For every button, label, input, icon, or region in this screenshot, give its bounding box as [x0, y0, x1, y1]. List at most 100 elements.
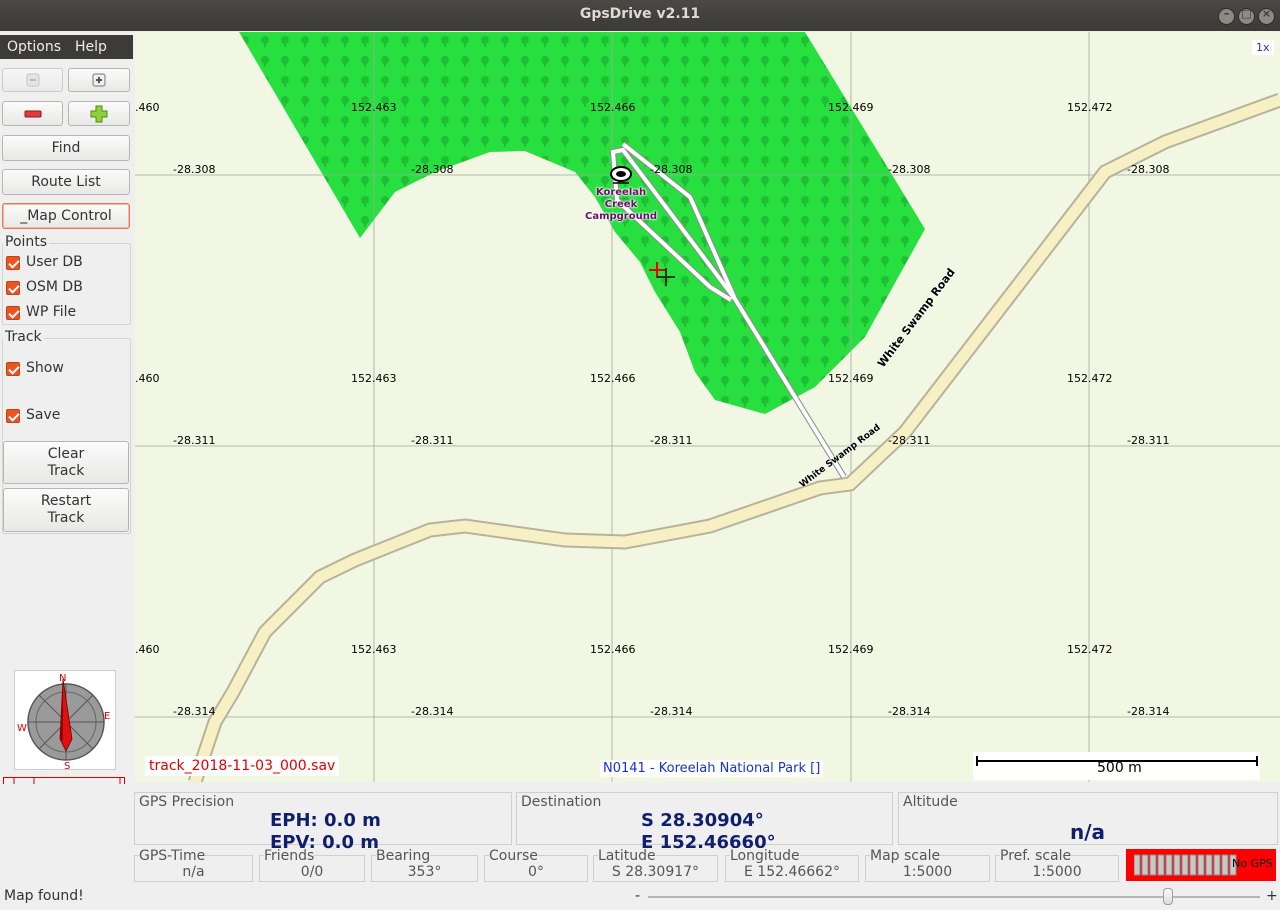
compass-s: S — [64, 761, 70, 769]
close-icon: × — [1261, 7, 1272, 20]
track-show-checkbox[interactable] — [6, 362, 20, 376]
lat-label: -28.314 — [888, 705, 931, 718]
gps-status-text: No GPS — [1232, 857, 1273, 870]
track-title: Track — [3, 329, 44, 345]
longitude-label: Longitude — [730, 848, 800, 864]
zoom-indicator: 1x — [1252, 40, 1274, 55]
track-save-label: Save — [26, 407, 61, 423]
zoom-out-button[interactable] — [2, 68, 63, 92]
minimize-button[interactable]: – — [1218, 7, 1235, 25]
route-list-button[interactable]: Route List — [2, 169, 130, 195]
restart-track-label-2: Track — [47, 510, 85, 526]
lat-label: -28.308 — [173, 163, 216, 176]
friends-label: Friends — [264, 848, 315, 864]
minus-icon — [24, 110, 41, 118]
lon-label: 152.463 — [351, 101, 397, 114]
poi-label: Koreelah Creek Campground — [584, 187, 658, 222]
scale-down-button[interactable] — [2, 101, 63, 126]
pref-scale-value: 1:5000 — [1032, 864, 1082, 880]
menu-help[interactable]: Help — [75, 39, 107, 55]
altitude-label: Altitude — [903, 794, 958, 810]
close-button[interactable]: × — [1258, 7, 1275, 25]
clear-track-button[interactable]: Clear Track — [3, 441, 129, 484]
lon-label: 152.472 — [1067, 643, 1113, 656]
longitude-value: E 152.46662° — [743, 864, 840, 880]
maximize-icon: □ — [1241, 7, 1252, 20]
zoom-in-button[interactable] — [68, 68, 130, 92]
bearing-value: 353° — [407, 864, 442, 880]
scale-bar-label: 500 m — [1097, 760, 1142, 776]
pref-scale-box: Pref. scale 1:5000 — [995, 848, 1119, 882]
latitude-label: Latitude — [598, 848, 656, 864]
track-save-checkbox[interactable] — [6, 409, 20, 423]
lon-label: 152.463 — [351, 372, 397, 385]
lon-label: 152.463 — [351, 643, 397, 656]
restart-track-label-1: Restart — [40, 493, 92, 509]
signal-bars-icon — [1134, 854, 1237, 876]
user-db-checkbox[interactable] — [6, 256, 20, 270]
lat-label: -28.308 — [411, 163, 454, 176]
gps-time-value: n/a — [182, 864, 205, 880]
gps-time-label: GPS-Time — [139, 848, 206, 864]
lon-label: 152.466 — [590, 372, 636, 385]
lat-label: -28.311 — [650, 434, 693, 447]
map-control-button[interactable]: _Map Control — [2, 203, 130, 229]
zoom-in-icon — [92, 73, 106, 87]
scale-up-button[interactable] — [68, 101, 130, 126]
destination-lat: S 28.30904° — [641, 810, 764, 831]
title-bar: GpsDrive v2.11 – □ × — [0, 0, 1280, 31]
wp-file-checkbox[interactable] — [6, 306, 20, 320]
lat-label: -28.311 — [173, 434, 216, 447]
area-name-label: N0141 - Koreelah National Park [] — [600, 760, 824, 777]
compass-icon: N S E W — [17, 673, 110, 772]
lat-label: -28.311 — [411, 434, 454, 447]
lat-label: -28.311 — [888, 434, 931, 447]
lat-label: -28.314 — [173, 705, 216, 718]
find-button[interactable]: Find — [2, 135, 130, 161]
lat-label: -28.308 — [1127, 163, 1170, 176]
maximize-button[interactable]: □ — [1238, 7, 1255, 25]
latitude-value: S 28.30917° — [611, 864, 700, 880]
sidebar: Find Route List _Map Control Points User… — [0, 59, 133, 881]
lon-label: 152.472 — [1067, 101, 1113, 114]
track-show-label: Show — [26, 360, 64, 376]
osm-db-label: OSM DB — [26, 279, 83, 295]
map-scale-box: Map scale 1:5000 — [865, 848, 990, 882]
course-label: Course — [489, 848, 538, 864]
gps-status-indicator: No GPS — [1126, 849, 1276, 881]
clear-track-label-2: Track — [47, 463, 85, 479]
eph-value: EPH: 0.0 m — [270, 810, 381, 831]
compass-n: N — [59, 673, 66, 684]
zoom-slider-thumb[interactable] — [1163, 888, 1174, 905]
lon-label: .460 — [135, 643, 160, 656]
track-file-label: track_2018-11-03_000.sav — [145, 756, 340, 776]
zoom-slider-track[interactable] — [648, 888, 1260, 905]
latitude-box: Latitude S 28.30917° — [593, 848, 718, 882]
lon-label: 152.472 — [1067, 372, 1113, 385]
gps-precision-label: GPS Precision — [139, 794, 235, 810]
menu-options[interactable]: Options — [7, 39, 61, 55]
destination-box: Destination S 28.30904° E 152.46660° — [516, 792, 893, 853]
lon-label: 152.466 — [590, 101, 636, 114]
minimize-icon: – — [1223, 7, 1230, 20]
restart-track-button[interactable]: Restart Track — [3, 488, 129, 532]
menu-bar: Options Help — [0, 35, 133, 59]
slider-plus: + — [1266, 888, 1278, 904]
map-view[interactable]: 1x .460 152.463 152.466 152.469 152.472 … — [135, 32, 1280, 782]
plus-icon — [90, 105, 108, 123]
compass: N S E W — [14, 670, 116, 772]
course-box: Course 0° — [484, 848, 588, 882]
clear-track-label-1: Clear — [47, 446, 85, 462]
lon-label: 152.469 — [828, 643, 874, 656]
slider-minus: - — [635, 888, 641, 904]
map-canvas — [135, 32, 1280, 782]
zoom-out-icon — [26, 73, 39, 87]
friends-value: 0/0 — [300, 864, 324, 880]
lon-label: 152.466 — [590, 643, 636, 656]
longitude-box: Longitude E 152.46662° — [725, 848, 859, 882]
map-scale-label: Map scale — [870, 848, 941, 864]
gps-time-box: GPS-Time n/a — [134, 848, 253, 882]
wp-file-label: WP File — [26, 304, 77, 320]
osm-db-checkbox[interactable] — [6, 281, 20, 295]
altitude-value: n/a — [1070, 820, 1106, 844]
